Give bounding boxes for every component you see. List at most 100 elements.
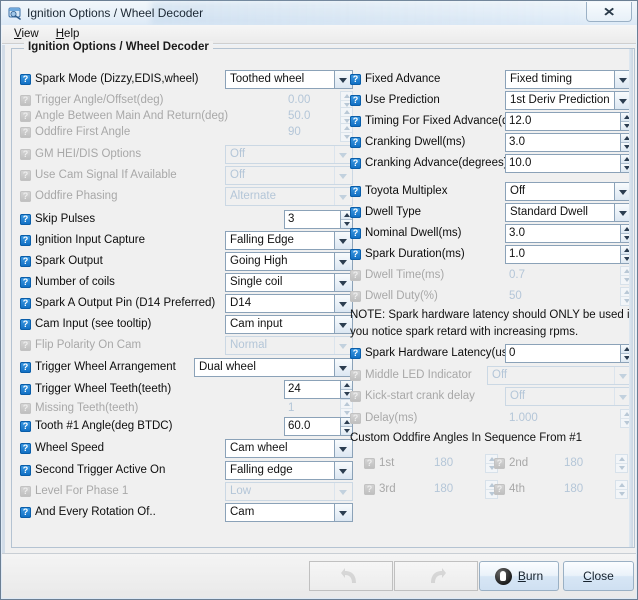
help-icon[interactable] [20, 298, 31, 309]
undo-button[interactable] [309, 561, 393, 591]
combo-cam-input-see-tooltip[interactable]: Cam input [225, 315, 353, 334]
combo-value: Off [488, 367, 614, 384]
help-icon [350, 370, 361, 381]
field-label-dwell-time-ms: Dwell Time(ms) [350, 265, 444, 286]
spinner-oddfire-2nd: 180 [560, 454, 628, 473]
spinner-nominal-dwell-ms[interactable]: 3.0 [505, 224, 633, 243]
option-row: Ignition Input CaptureFalling Edge [12, 230, 342, 251]
help-icon[interactable] [350, 74, 361, 85]
title-bar[interactable]: Ignition Options / Wheel Decoder ✕ [1, 1, 637, 25]
field-label-number-of-coils: Number of coils [20, 272, 115, 293]
help-icon[interactable] [20, 421, 31, 432]
oddfire-label-text: 2nd [509, 453, 528, 474]
spinner-up-icon [616, 481, 627, 490]
field-label-text: Spark Duration(ms) [365, 244, 465, 265]
combo-value: Off [226, 167, 334, 184]
spinner-value[interactable]: 60.0 [284, 417, 340, 436]
help-icon[interactable] [350, 207, 361, 218]
combo-value: Off [506, 388, 614, 405]
spinner-value: 1.000 [505, 409, 620, 428]
help-icon[interactable] [350, 348, 361, 359]
field-label-second-trigger-active-on: Second Trigger Active On [20, 460, 165, 481]
help-icon[interactable] [350, 137, 361, 148]
help-icon[interactable] [20, 319, 31, 330]
combo-and-every-rotation-of[interactable]: Cam [225, 503, 353, 522]
combo-spark-output[interactable]: Going High [225, 252, 353, 271]
oddfire-field-row: 2nd 180 [342, 453, 636, 474]
spinner-cranking-advance-degrees[interactable]: 10.0 [505, 154, 633, 173]
combo-wheel-speed[interactable]: Cam wheel [225, 439, 353, 458]
help-icon[interactable] [20, 214, 31, 225]
combo-spark-a-output-pin-d14-preferred[interactable]: D14 [225, 294, 353, 313]
chevron-down-icon[interactable] [334, 504, 352, 521]
help-icon[interactable] [350, 158, 361, 169]
combo-flip-polarity-on-cam: Normal [225, 336, 353, 355]
menu-item-view[interactable]: View [8, 27, 48, 41]
help-icon[interactable] [20, 277, 31, 288]
combo-second-trigger-active-on[interactable]: Falling edge [225, 461, 353, 480]
spinner-spark-duration-ms[interactable]: 1.0 [505, 245, 633, 264]
field-label-text: Trigger Wheel Teeth(teeth) [35, 379, 171, 400]
help-icon[interactable] [20, 74, 31, 85]
help-icon[interactable] [20, 362, 31, 373]
oddfire-heading: Custom Oddfire Angles In Sequence From #… [350, 430, 582, 447]
field-label-gm-hei-dis-options: GM HEI/DIS Options [20, 144, 141, 165]
help-icon[interactable] [350, 116, 361, 127]
help-icon[interactable] [20, 384, 31, 395]
help-icon[interactable] [350, 186, 361, 197]
spinner-oddfire-4th: 180 [560, 480, 628, 499]
help-icon [350, 291, 361, 302]
field-label-use-prediction: Use Prediction [350, 90, 440, 111]
combo-toyota-multiplex[interactable]: Off [505, 182, 633, 201]
help-icon[interactable] [20, 256, 31, 267]
help-icon[interactable] [20, 443, 31, 454]
spinner-value[interactable]: 1.0 [505, 245, 620, 264]
option-row: Wheel SpeedCam wheel [12, 438, 342, 459]
help-icon [20, 149, 31, 160]
field-label-text: Middle LED Indicator [365, 365, 472, 386]
combo-spark-mode-dizzy-edis-wheel[interactable]: Toothed wheel [225, 70, 353, 89]
help-icon[interactable] [20, 235, 31, 246]
combo-dwell-type[interactable]: Standard Dwell [505, 203, 633, 222]
redo-arrow-icon [425, 566, 447, 586]
help-icon[interactable] [350, 95, 361, 106]
combo-value: Falling Edge [226, 232, 334, 249]
option-row: Spark Duration(ms) 1.0 [342, 244, 636, 265]
spinner-timing-for-fixed-advance-degrees[interactable]: 12.0 [505, 112, 633, 131]
close-button[interactable]: Close [563, 561, 634, 591]
spinner-cranking-dwell-ms[interactable]: 3.0 [505, 133, 633, 152]
field-label-kick-start-crank-delay: Kick-start crank delay [350, 386, 475, 407]
field-label-spark-duration-ms: Spark Duration(ms) [350, 244, 465, 265]
combo-kick-start-crank-delay: Off [505, 387, 633, 406]
menu-item-view-label: iew [21, 28, 38, 40]
help-icon[interactable] [20, 465, 31, 476]
field-label-spark-a-output-pin-d14-preferred: Spark A Output Pin (D14 Preferred) [20, 293, 215, 314]
combo-fixed-advance[interactable]: Fixed timing [505, 70, 633, 89]
spinner-up-icon [616, 455, 627, 464]
help-icon[interactable] [20, 507, 31, 518]
help-icon [20, 95, 31, 106]
help-icon[interactable] [350, 228, 361, 239]
redo-button[interactable] [394, 561, 478, 591]
spinner-spark-hardware-latency-usec[interactable]: 0 [505, 344, 633, 363]
combo-ignition-input-capture[interactable]: Falling Edge [225, 231, 353, 250]
option-row: Oddfire PhasingAlternate [12, 186, 342, 207]
window-close-button[interactable]: ✕ [586, 2, 632, 22]
spinner-value[interactable]: 3 [284, 210, 340, 229]
burn-button[interactable]: Burn [479, 561, 559, 591]
spinner-value[interactable]: 12.0 [505, 112, 620, 131]
combo-use-prediction[interactable]: 1st Deriv Prediction [505, 91, 633, 110]
option-row: Flip Polarity On CamNormal [12, 335, 342, 356]
option-row: Cranking Advance(degrees)10.0 [342, 153, 636, 174]
menu-item-help[interactable]: Help [50, 27, 89, 41]
spinner-value[interactable]: 3.0 [505, 224, 620, 243]
spinner-value[interactable]: 3.0 [505, 133, 620, 152]
spinner-value[interactable]: 24 [284, 380, 340, 399]
help-icon[interactable] [350, 249, 361, 260]
option-row: Dwell TypeStandard Dwell [342, 202, 636, 223]
combo-number-of-coils[interactable]: Single coil [225, 273, 353, 292]
spinner-value[interactable]: 0 [505, 344, 620, 363]
spinner-value[interactable]: 10.0 [505, 154, 620, 173]
field-label-spark-mode-dizzy-edis-wheel: Spark Mode (Dizzy,EDIS,wheel) [20, 69, 198, 90]
combo-trigger-wheel-arrangement[interactable]: Dual wheel [194, 358, 353, 377]
